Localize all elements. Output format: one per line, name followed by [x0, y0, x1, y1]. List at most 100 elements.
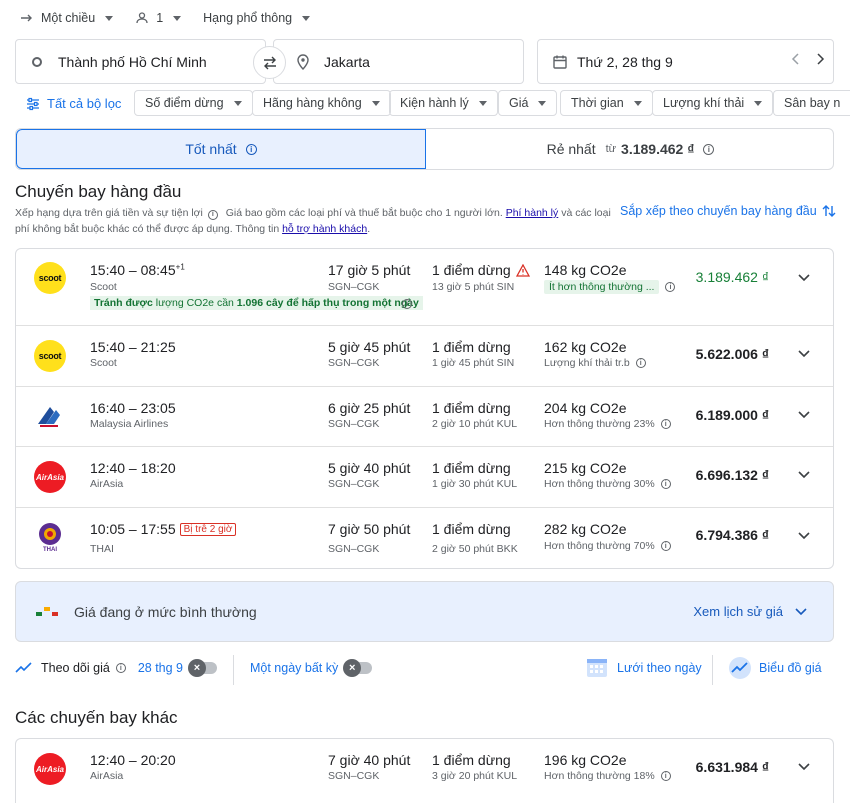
sort-button[interactable]: Sắp xếp theo chuyến bay hàng đầu	[620, 203, 836, 219]
flight-times: 16:40 – 23:05	[90, 400, 176, 416]
info-icon[interactable]: i	[207, 210, 218, 220]
track-any-date: Một ngày bất kỳ ×	[250, 659, 373, 677]
delay-badge: Bị trễ 2 giờ	[179, 523, 237, 536]
filter-times[interactable]: Thời gian	[560, 90, 653, 116]
price-history-link[interactable]: Xem lịch sử giá	[693, 604, 807, 619]
co2-note: Hơn thông thường 23% i	[544, 418, 671, 430]
info-icon[interactable]: i	[703, 143, 715, 155]
filter-price[interactable]: Giá	[498, 90, 558, 116]
cabin-class-select[interactable]: Hạng phổ thông	[203, 11, 311, 25]
filter-stops[interactable]: Số điểm dừng	[134, 90, 253, 116]
flight-row[interactable]: scoot 15:40 – 21:25 Scoot 5 giờ 45 phút …	[16, 326, 833, 387]
duration: 17 giờ 5 phút	[328, 262, 411, 278]
route: SGN–CGK	[328, 418, 380, 430]
calendar-icon	[553, 55, 567, 69]
times-text: 15:40 – 08:45	[90, 262, 176, 278]
price-graph-button[interactable]: Biểu đồ giá	[728, 657, 822, 679]
co2-emissions: 204 kg CO2e	[544, 400, 627, 416]
baggage-fee-link[interactable]: Phí hành lý	[506, 207, 559, 219]
arrow-right-icon	[21, 14, 32, 22]
info-icon[interactable]: i	[660, 419, 671, 429]
chevron-left-icon[interactable]	[791, 52, 801, 66]
other-flights-list: AirAsia 12:40 – 20:20 AirAsia 7 giờ 40 p…	[15, 738, 834, 803]
duration: 5 giờ 40 phút	[328, 460, 411, 476]
chevron-down-icon[interactable]	[797, 760, 811, 774]
co2-note: Hơn thông thường 18% i	[544, 770, 671, 782]
origin-field[interactable]: Thành phố Hồ Chí Minh	[15, 39, 266, 84]
info-icon[interactable]: i	[402, 299, 412, 309]
co2-note: Lượng khí thải tr.b i	[544, 357, 646, 369]
info-icon[interactable]: i	[660, 541, 671, 551]
flight-row[interactable]: AirAsia 12:40 – 18:20 AirAsia 5 giờ 40 p…	[16, 447, 833, 508]
date-grid-button[interactable]: Lưới theo ngày	[586, 657, 702, 679]
airline-name: THAI	[90, 543, 114, 555]
filter-airlines[interactable]: Hãng hàng không	[252, 90, 391, 116]
chevron-right-icon[interactable]	[815, 52, 825, 66]
price-graph-label: Biểu đồ giá	[759, 661, 822, 675]
co2-emissions: 148 kg CO2e	[544, 262, 627, 278]
period: .	[367, 223, 371, 235]
info-icon[interactable]: i	[665, 282, 676, 292]
passenger-assistance-link[interactable]: hỗ trợ hành khách	[282, 223, 367, 235]
other-flights-title: Các chuyến bay khác	[15, 708, 178, 727]
filter-emissions[interactable]: Lượng khí thải	[652, 90, 774, 116]
trip-type-select[interactable]: Một chiều	[20, 11, 114, 25]
chevron-down-icon	[795, 607, 807, 615]
price-insight-bar[interactable]: Giá đang ở mức bình thường Xem lịch sử g…	[15, 581, 834, 642]
sort-tabs: Tốt nhất i Rẻ nhất từ 3.189.462 ₫ i	[15, 128, 834, 170]
info-icon[interactable]: i	[245, 143, 257, 155]
chevron-down-icon[interactable]	[797, 529, 811, 543]
destination-field[interactable]: Jakarta	[273, 39, 524, 84]
caret-down-icon	[302, 15, 311, 21]
layover: 13 giờ 5 phút SIN	[432, 281, 515, 293]
layover: 1 giờ 30 phút KUL	[432, 478, 518, 490]
layover: 3 giờ 20 phút KUL	[432, 770, 518, 782]
all-filters-button[interactable]: Tất cả bộ lọc	[26, 96, 121, 111]
date-value: Thứ 2, 28 thg 9	[577, 53, 673, 70]
route: SGN–CGK	[328, 770, 380, 782]
trip-type-label: Một chiều	[41, 11, 96, 25]
price: 6.189.000 ₫	[695, 407, 769, 423]
disclaimer-text: Xếp hạng dựa trên giá tiền và sự tiện lợ…	[15, 207, 203, 219]
caret-down-icon	[538, 100, 547, 106]
price-graph-icon	[729, 657, 751, 679]
swap-arrows-icon	[263, 56, 276, 69]
airline-name: Scoot	[90, 281, 117, 293]
close-icon: ×	[343, 659, 362, 677]
filter-bar: Tất cả bộ lọc Số điểm dừng Hãng hàng khô…	[0, 90, 850, 118]
track-date-toggle[interactable]: ×	[188, 659, 217, 677]
chevron-down-icon[interactable]	[797, 271, 811, 285]
flight-times: 15:40 – 21:25	[90, 339, 176, 355]
tab-cheapest[interactable]: Rẻ nhất từ 3.189.462 ₫ i	[426, 129, 833, 169]
filter-baggage[interactable]: Kiện hành lý	[389, 90, 498, 116]
chevron-down-icon[interactable]	[797, 468, 811, 482]
tab-best[interactable]: Tốt nhất i	[16, 129, 426, 169]
swap-button[interactable]	[253, 46, 286, 79]
any-date-toggle[interactable]: ×	[343, 659, 373, 677]
tab-best-label: Tốt nhất	[185, 141, 237, 157]
duration: 6 giờ 25 phút	[328, 400, 411, 416]
info-icon[interactable]: i	[660, 771, 671, 781]
chevron-down-icon[interactable]	[797, 347, 811, 361]
flight-row[interactable]: scoot 15:40 – 08:45+1 Scoot Tránh được l…	[16, 249, 833, 326]
flight-row[interactable]: 16:40 – 23:05 Malaysia Airlines 6 giờ 25…	[16, 387, 833, 447]
track-date: 28 thg 9	[137, 661, 183, 675]
top-flights-title: Chuyến bay hàng đầu	[15, 182, 182, 201]
passengers-select[interactable]: 1	[135, 11, 182, 25]
price: 6.631.984 ₫	[695, 759, 769, 775]
date-field[interactable]: Thứ 2, 28 thg 9	[537, 39, 834, 84]
flight-row[interactable]: THAI 10:05 – 17:55 Bị trễ 2 giờ THAI 7 gi…	[16, 508, 833, 568]
info-icon[interactable]: i	[660, 479, 671, 489]
co2-note-text: Hơn thông thường 30%	[544, 478, 655, 490]
airline-name: Scoot	[90, 357, 117, 369]
from-label: từ	[605, 143, 617, 155]
chevron-down-icon[interactable]	[797, 408, 811, 422]
filter-airports[interactable]: Sân bay n	[773, 90, 850, 116]
info-icon[interactable]: i	[115, 663, 126, 673]
airline-name: AirAsia	[90, 478, 124, 490]
info-icon[interactable]: i	[635, 358, 646, 368]
caret-down-icon	[478, 100, 487, 106]
warning-icon	[515, 263, 530, 277]
layover: 2 giờ 10 phút KUL	[432, 418, 518, 430]
flight-row[interactable]: AirAsia 12:40 – 20:20 AirAsia 7 giờ 40 p…	[16, 739, 833, 803]
